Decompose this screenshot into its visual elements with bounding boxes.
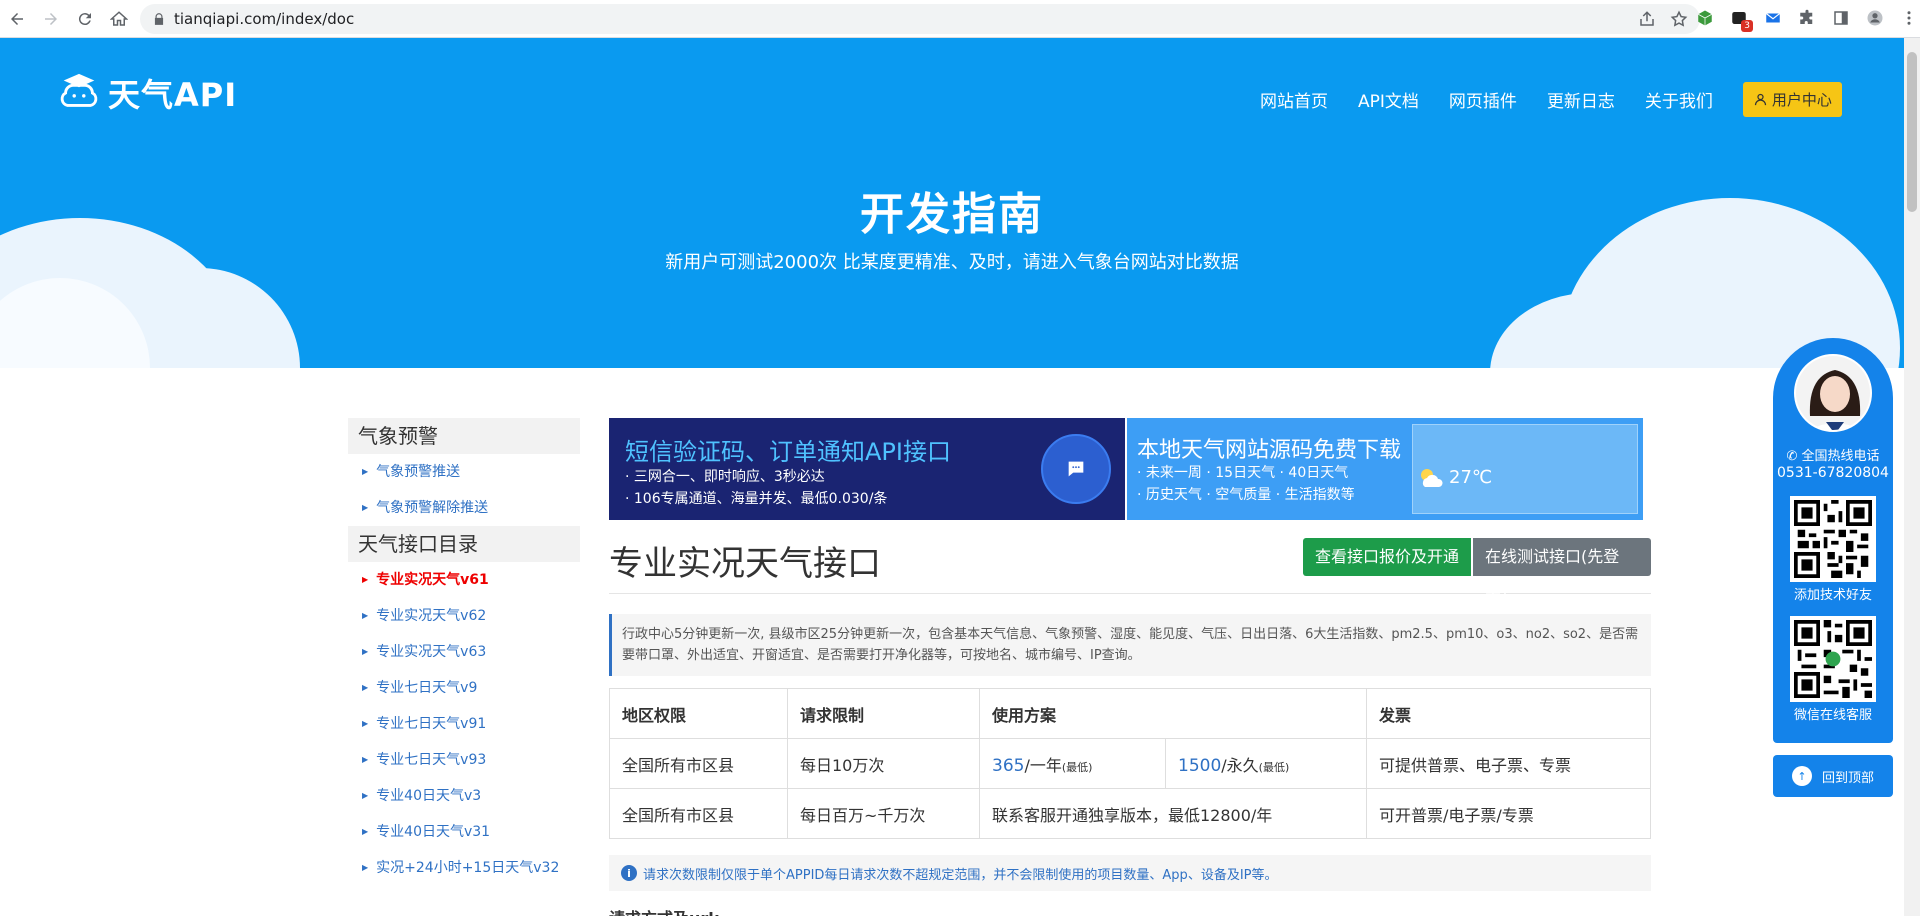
user-center-button[interactable]: 用户中心 bbox=[1742, 82, 1842, 117]
plan-yearly: 365/一年(最低) bbox=[979, 738, 1166, 789]
ad-weather-source[interactable]: 本地天气网站源码免费下载 · 未来一周 · 15日天气 · 40日天气 · 历史… bbox=[1127, 418, 1643, 520]
page-subtitle: 新用户可测试2000次 比某度更精准、及时，请进入气象台网站对比数据 bbox=[665, 252, 1239, 273]
view-pricing-button[interactable]: 查看接口报价及开通 bbox=[1303, 538, 1472, 576]
triangle-right-icon: ▶ bbox=[362, 791, 369, 800]
sidebar-item-v91[interactable]: ▶ 专业七日天气v91 bbox=[348, 706, 580, 742]
sidebar-item-40day-v3[interactable]: ▶ 专业40日天气v3 bbox=[348, 778, 580, 814]
page-scrollbar[interactable] bbox=[1904, 38, 1920, 916]
phone-icon: ✆ bbox=[1786, 449, 1798, 464]
sidebar-heading-weather-apis: 天气接口目录 bbox=[348, 526, 580, 562]
extension-cube-icon[interactable] bbox=[1695, 8, 1715, 28]
ad-sms-api[interactable]: 短信验证码、订单通知API接口 · 三网合一、即时响应、3秒必达 · 106专属… bbox=[609, 418, 1125, 520]
extension-mail-icon[interactable] bbox=[1763, 8, 1783, 28]
nav-plugins[interactable]: 网页插件 bbox=[1449, 87, 1517, 112]
ad-banners: 短信验证码、订单通知API接口 · 三网合一、即时响应、3秒必达 · 106专属… bbox=[609, 418, 1651, 520]
browser-menu-icon[interactable] bbox=[1899, 8, 1919, 28]
qr-tech-label: 添加技术好友 bbox=[1793, 588, 1872, 603]
hotline-label: ✆ 全国热线电话 bbox=[1786, 449, 1880, 464]
qr-code-tech bbox=[1790, 496, 1876, 582]
api-description: 行政中心5分钟更新一次, 县级市区25分钟更新一次，包含基本天气信息、气象预警、… bbox=[609, 614, 1651, 676]
table-header-row: 地区权限 请求限制 使用方案 发票 bbox=[609, 688, 1651, 739]
home-icon[interactable] bbox=[102, 2, 136, 36]
sidebar-item-v93[interactable]: ▶ 专业七日天气v93 bbox=[348, 742, 580, 778]
support-avatar bbox=[1794, 354, 1872, 432]
sidebar-item-v61[interactable]: ▶ 专业实况天气v61 bbox=[348, 562, 580, 598]
triangle-right-icon: ▶ bbox=[362, 647, 369, 656]
page-title: 开发指南 bbox=[860, 189, 1044, 240]
scrollbar-thumb[interactable] bbox=[1907, 52, 1917, 212]
weather-site-preview: 27℃ bbox=[1412, 424, 1638, 514]
triangle-right-icon: ▶ bbox=[362, 719, 369, 728]
url-text: tianqiapi.com/index/doc bbox=[174, 10, 355, 28]
api-title-row: 专业实况天气接口 查看接口报价及开通 在线测试接口(先登录) bbox=[609, 520, 1651, 604]
sidebar-item-40day-v31[interactable]: ▶ 专业40日天气v31 bbox=[348, 814, 580, 850]
table-row: 全国所有市区县 每日百万~千万次 联系客服开通独享版本，最低12800/年 可开… bbox=[609, 788, 1651, 839]
triangle-right-icon: ▶ bbox=[362, 827, 369, 836]
sidebar-item-v32[interactable]: ▶ 实况+24小时+15日天气v32 bbox=[348, 850, 580, 886]
triangle-right-icon: ▶ bbox=[362, 611, 369, 620]
table-row: 全国所有市区县 每日10万次 365/一年(最低) 1500/永久(最低) 可提… bbox=[609, 738, 1651, 789]
nav-home[interactable]: 网站首页 bbox=[1260, 87, 1328, 112]
info-icon: i bbox=[621, 865, 637, 881]
nav-about[interactable]: 关于我们 bbox=[1645, 87, 1713, 112]
request-method-heading: 请求方式及url: bbox=[609, 905, 1651, 916]
col-plan: 使用方案 bbox=[979, 688, 1367, 739]
qr-code-wechat bbox=[1790, 616, 1876, 702]
nav-changelog[interactable]: 更新日志 bbox=[1547, 87, 1615, 112]
browser-toolbar: tianqiapi.com/index/doc 3 bbox=[0, 0, 1920, 38]
lock-icon bbox=[154, 13, 164, 25]
address-bar[interactable]: tianqiapi.com/index/doc bbox=[140, 4, 1700, 34]
forward-icon[interactable] bbox=[34, 2, 68, 36]
logo-cloud-icon bbox=[60, 73, 98, 107]
hero-banner: 天气API 网站首页 API文档 网页插件 更新日志 关于我们 用户中心 开发指… bbox=[0, 38, 1904, 368]
top-navigation: 网站首页 API文档 网页插件 更新日志 关于我们 用户中心 bbox=[1260, 82, 1842, 117]
sidebar-item-v9[interactable]: ▶ 专业七日天气v9 bbox=[348, 670, 580, 706]
site-logo[interactable]: 天气API bbox=[56, 70, 237, 116]
col-invoice: 发票 bbox=[1366, 688, 1651, 739]
share-icon[interactable] bbox=[1638, 10, 1656, 28]
star-icon[interactable] bbox=[1670, 10, 1688, 28]
sun-cloud-icon bbox=[1421, 469, 1443, 487]
triangle-right-icon: ▶ bbox=[362, 755, 369, 764]
chat-bubble-icon bbox=[1041, 434, 1111, 504]
profile-avatar-icon[interactable] bbox=[1865, 8, 1885, 28]
sidebar-item-warning-cancel-push[interactable]: ▶ 气象预警解除推送 bbox=[348, 490, 580, 526]
side-panel-icon[interactable] bbox=[1831, 8, 1851, 28]
sidebar-item-warning-push[interactable]: ▶ 气象预警推送 bbox=[348, 454, 580, 490]
user-icon bbox=[1754, 93, 1767, 106]
sidebar-heading-warning: 气象预警 bbox=[348, 418, 580, 454]
sidebar-item-v62[interactable]: ▶ 专业实况天气v62 bbox=[348, 598, 580, 634]
hotline-number[interactable]: 0531-67820804 bbox=[1773, 465, 1893, 481]
qr-wechat-label: 微信在线客服 bbox=[1793, 708, 1872, 723]
usage-notice: i 请求次数限制仅限于单个APPID每日请求次数不超规定范围，并不会限制使用的项… bbox=[609, 855, 1651, 891]
extension-badge-icon[interactable]: 3 bbox=[1729, 8, 1753, 32]
back-icon[interactable] bbox=[0, 2, 34, 36]
triangle-right-icon: ▶ bbox=[362, 575, 369, 584]
col-region: 地区权限 bbox=[609, 688, 788, 739]
reload-icon[interactable] bbox=[68, 2, 102, 36]
col-limit: 请求限制 bbox=[787, 688, 980, 739]
sidebar-item-v63[interactable]: ▶ 专业实况天气v63 bbox=[348, 634, 580, 670]
logo-text: 天气API bbox=[108, 76, 238, 114]
nav-api-docs[interactable]: API文档 bbox=[1358, 87, 1419, 112]
extensions-puzzle-icon[interactable] bbox=[1797, 8, 1817, 28]
triangle-right-icon: ▶ bbox=[362, 467, 369, 476]
contact-panel: ✆ 全国热线电话 0531-67820804 添加技术好友 微信在线客服 bbox=[1773, 338, 1893, 743]
arrow-up-icon: ↑ bbox=[1791, 766, 1812, 786]
pricing-table: 地区权限 请求限制 使用方案 发票 全国所有市区县 每日10万次 365/一年(… bbox=[609, 688, 1651, 839]
doc-content: 短信验证码、订单通知API接口 · 三网合一、即时响应、3秒必达 · 106专属… bbox=[609, 418, 1651, 916]
doc-sidebar: 气象预警 ▶ 气象预警推送 ▶ 气象预警解除推送 天气接口目录 ▶ 专业实况天气v61… bbox=[348, 418, 580, 886]
api-title: 专业实况天气接口 bbox=[609, 544, 881, 584]
triangle-right-icon: ▶ bbox=[362, 683, 369, 692]
online-test-button[interactable]: 在线测试接口(先登录) bbox=[1473, 538, 1651, 604]
triangle-right-icon: ▶ bbox=[362, 863, 369, 872]
plan-permanent: 1500/永久(最低) bbox=[1165, 738, 1367, 789]
triangle-right-icon: ▶ bbox=[362, 503, 369, 512]
back-to-top-button[interactable]: ↑ 回到顶部 bbox=[1773, 755, 1893, 797]
